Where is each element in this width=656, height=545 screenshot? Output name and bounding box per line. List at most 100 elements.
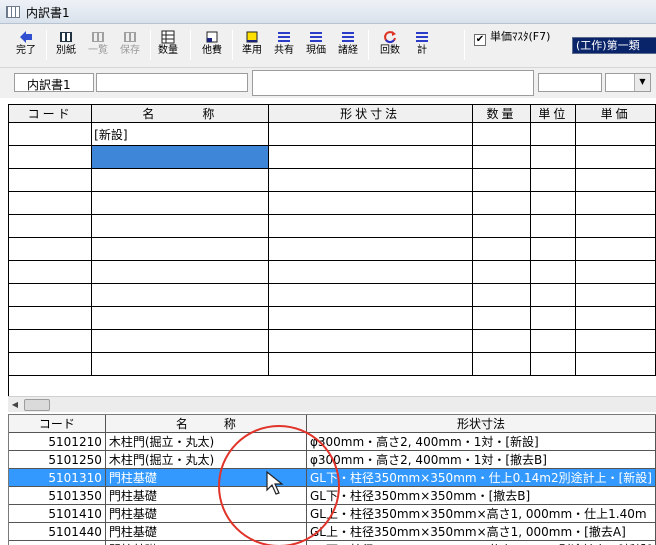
grid-cell[interactable] [575, 352, 656, 376]
column-header-quantity[interactable]: 数量 [472, 105, 532, 123]
grid-cell[interactable] [575, 214, 656, 238]
quantity-button[interactable]: 数量 [154, 28, 182, 62]
checkbox-checked-icon[interactable]: ✔ [474, 34, 486, 46]
grid-row[interactable] [9, 214, 656, 238]
list-header-spec[interactable]: 形状寸法 [306, 415, 656, 433]
grid-cell[interactable] [91, 237, 269, 261]
grid-cell[interactable] [9, 283, 93, 307]
list-header-code[interactable]: コード [9, 415, 106, 433]
grid-cell[interactable] [91, 168, 269, 192]
grid-cell[interactable] [9, 329, 93, 353]
list-row[interactable]: 5101210 木柱門(掘立・丸太) φ300mm・高さ2, 400mm・1対・[新… [9, 432, 656, 451]
list-cell-code[interactable]: 5101250 [9, 450, 106, 469]
grid-cell[interactable] [9, 191, 93, 215]
list-cell-code[interactable]: 5101410 [9, 504, 106, 523]
grid-row[interactable] [9, 237, 656, 261]
save-button[interactable]: 保存 [116, 28, 144, 62]
list-cell-code[interactable]: 5101210 [9, 432, 106, 451]
grid-cell[interactable] [530, 168, 577, 192]
list-button[interactable]: 一覧 [84, 28, 112, 62]
grid-cell[interactable] [530, 145, 577, 169]
list-cell-spec[interactable]: GL下・柱径350mm×350mm・[撤去B] [306, 486, 656, 505]
grid-cell[interactable] [530, 260, 577, 284]
grid-cell[interactable] [268, 191, 473, 215]
list-cell-code[interactable]: 5101440 [9, 522, 106, 541]
grid-cell[interactable] [91, 191, 269, 215]
grid-cell[interactable] [575, 168, 656, 192]
grid-cell[interactable] [9, 237, 93, 261]
right-input-field[interactable] [538, 73, 602, 92]
list-cell-code[interactable]: 5101350 [9, 486, 106, 505]
grid-cell[interactable] [268, 145, 473, 169]
share-button[interactable]: 共有 [270, 28, 298, 62]
list-cell-code[interactable]: 5101510 [9, 540, 106, 545]
document-name-field[interactable]: 内訳書1 [14, 73, 94, 92]
grid-cell[interactable] [575, 191, 656, 215]
grid-row[interactable] [9, 283, 656, 307]
scroll-left-icon[interactable]: ◀ [8, 398, 22, 412]
expenses-button[interactable]: 諸経 [334, 28, 362, 62]
list-cell-spec[interactable]: GL下・柱径350mm×350mm・仕上0.14m2別途計上・[新設] [306, 468, 656, 487]
grid-cell[interactable] [575, 283, 656, 307]
grid-cell[interactable] [472, 352, 532, 376]
grid-cell[interactable] [472, 168, 532, 192]
grid-cell[interactable] [268, 260, 473, 284]
list-cell-spec[interactable]: GL上・柱径350mm×350mm×高さ1, 000mm・仕上1.40m [306, 504, 656, 523]
grid-cell[interactable] [91, 352, 269, 376]
list-cell-spec[interactable]: GL下・柱径400mm×400mm・仕上0.16m2別途計上・[新設] [306, 540, 656, 545]
grid-cell[interactable] [9, 260, 93, 284]
grid-cell[interactable] [91, 306, 269, 330]
grid-cell[interactable] [530, 191, 577, 215]
list-cell-code[interactable]: 5101310 [9, 468, 106, 487]
attachment-button[interactable]: 別紙 [52, 28, 80, 62]
total-button[interactable]: 計 [408, 28, 436, 62]
column-header-name[interactable]: 名 称 [91, 105, 269, 123]
grid-cell[interactable] [91, 329, 269, 353]
grid-cell[interactable] [575, 329, 656, 353]
grid-row[interactable] [9, 260, 656, 284]
grid-cell[interactable] [575, 260, 656, 284]
grid-cell[interactable] [9, 145, 93, 169]
list-row[interactable]: 5101510門柱基礎GL下・柱径400mm×400mm・仕上0.16m2別途計… [9, 540, 656, 545]
grid-cell[interactable] [91, 145, 269, 169]
grid-cell[interactable] [268, 283, 473, 307]
grid-row[interactable] [9, 168, 656, 192]
grid-cell[interactable] [9, 352, 93, 376]
horizontal-scrollbar[interactable]: ◀ [8, 396, 656, 412]
grid-cell[interactable] [575, 306, 656, 330]
current-price-button[interactable]: 現価 [302, 28, 330, 62]
list-cell-spec[interactable]: GL上・柱径350mm×350mm×高さ1, 000mm・[撤去A] [306, 522, 656, 541]
column-header-code[interactable]: コード [9, 105, 93, 123]
grid-cell[interactable] [472, 237, 532, 261]
grid-cell[interactable] [530, 352, 577, 376]
grid-cell[interactable] [530, 306, 577, 330]
grid-cell[interactable] [530, 237, 577, 261]
grid-cell[interactable] [530, 283, 577, 307]
category-combo[interactable]: (工作)第一類 [572, 37, 656, 54]
grid-cell[interactable]: [新設] [91, 122, 269, 146]
grid-cell[interactable] [575, 122, 656, 146]
column-header-spec[interactable]: 形状寸法 [268, 105, 473, 123]
scrollbar-thumb[interactable] [24, 399, 50, 411]
grid-row[interactable] [9, 191, 656, 215]
grid-cell[interactable] [530, 329, 577, 353]
grid-cell[interactable] [472, 145, 532, 169]
list-row[interactable]: 5101440 門柱基礎 GL上・柱径350mm×350mm×高さ1, 000mm・… [9, 522, 656, 541]
column-header-unit-price[interactable]: 単価 [575, 105, 656, 123]
right-combo[interactable]: ▼ [605, 73, 651, 92]
grid-cell[interactable] [472, 214, 532, 238]
grid-cell[interactable] [530, 122, 577, 146]
grid-row[interactable] [9, 329, 656, 353]
grid-cell[interactable] [472, 260, 532, 284]
complete-button[interactable]: 完了 [12, 28, 40, 62]
grid-cell[interactable] [91, 283, 269, 307]
grid-row[interactable]: [新設] [9, 122, 656, 146]
grid-cell[interactable] [268, 214, 473, 238]
count-button[interactable]: 回数 [376, 28, 404, 62]
list-cell-spec[interactable]: φ300mm・高さ2, 400mm・1対・[新設] [306, 432, 656, 451]
list-cell-spec[interactable]: φ300mm・高さ2, 400mm・1対・[撤去B] [306, 450, 656, 469]
document-secondary-field[interactable] [96, 73, 248, 92]
chevron-down-icon[interactable]: ▼ [634, 74, 650, 91]
grid-cell[interactable] [268, 122, 473, 146]
unit-price-master-toggle[interactable]: ✔ 単価ﾏｽﾀ(F7) [474, 28, 550, 46]
